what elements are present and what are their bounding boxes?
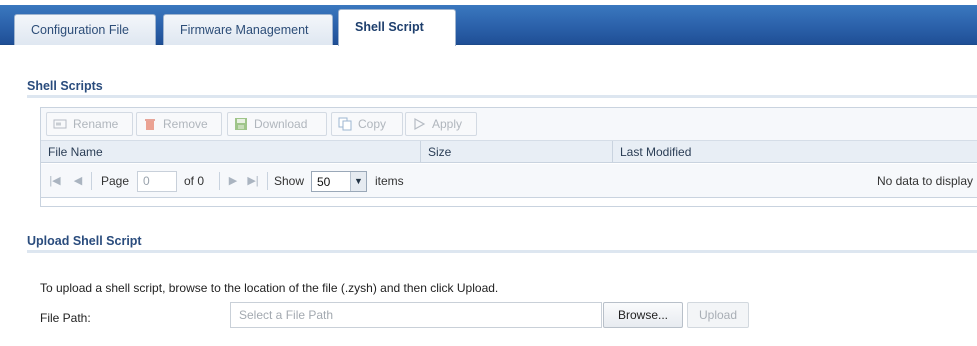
page-number-input[interactable]: 0 [137,171,177,192]
pager: |◀ ◀ Page 0 of 0 ▶ ▶| Show 50 ▼ items No… [41,164,977,198]
remove-label: Remove [163,117,208,131]
page-size-value: 50 [317,175,331,189]
no-data-message: No data to display [876,174,973,188]
tab-shell-script[interactable]: Shell Script [338,9,456,46]
trash-icon [145,119,155,130]
pager-separator [267,172,268,190]
section-divider [27,250,977,253]
copy-icon [338,117,352,131]
pager-separator [91,172,92,190]
next-page-icon[interactable]: ▶ [227,174,239,188]
download-button[interactable]: Download [227,112,327,136]
section-divider [27,95,977,98]
download-label: Download [254,117,308,131]
column-last-modified[interactable]: Last Modified [613,141,977,163]
page-size-select[interactable]: 50 ▼ [311,171,367,192]
remove-button[interactable]: Remove [136,112,222,136]
page-label: Page [101,174,130,188]
column-file-name[interactable]: File Name [41,141,421,163]
prev-page-icon[interactable]: ◀ [72,174,84,188]
tab-firmware-management[interactable]: Firmware Management [163,14,333,45]
items-label: items [375,174,404,188]
page-count: of 0 [184,174,205,188]
tab-bar: Configuration File Firmware Management S… [0,5,977,46]
shell-scripts-title: Shell Scripts [27,79,103,93]
show-label: Show [274,174,305,188]
shell-scripts-grid: Rename Remove Download Copy Apply File N… [40,107,977,207]
copy-label: Copy [358,117,387,131]
upload-shell-script-title: Upload Shell Script [27,234,142,248]
grid-toolbar: Rename Remove Download Copy Apply [41,108,977,141]
apply-label: Apply [432,117,463,131]
file-path-input[interactable]: Select a File Path [230,302,602,328]
first-page-icon[interactable]: |◀ [49,174,61,188]
save-disk-icon [235,118,247,130]
last-page-icon[interactable]: ▶| [247,174,259,188]
upload-button[interactable]: Upload [687,302,749,328]
apply-button[interactable]: Apply [405,112,477,136]
browse-button[interactable]: Browse... [603,302,683,328]
pager-separator [219,172,220,190]
rename-icon [53,119,67,129]
chevron-down-icon: ▼ [350,172,366,191]
tab-configuration-file[interactable]: Configuration File [14,14,156,45]
file-path-label: File Path: [40,311,91,325]
play-icon [414,117,426,131]
column-size[interactable]: Size [421,141,613,163]
copy-button[interactable]: Copy [331,112,403,136]
upload-description: To upload a shell script, browse to the … [40,281,499,295]
rename-button[interactable]: Rename [46,112,133,136]
rename-label: Rename [73,117,119,131]
grid-header: File Name Size Last Modified [41,141,977,163]
